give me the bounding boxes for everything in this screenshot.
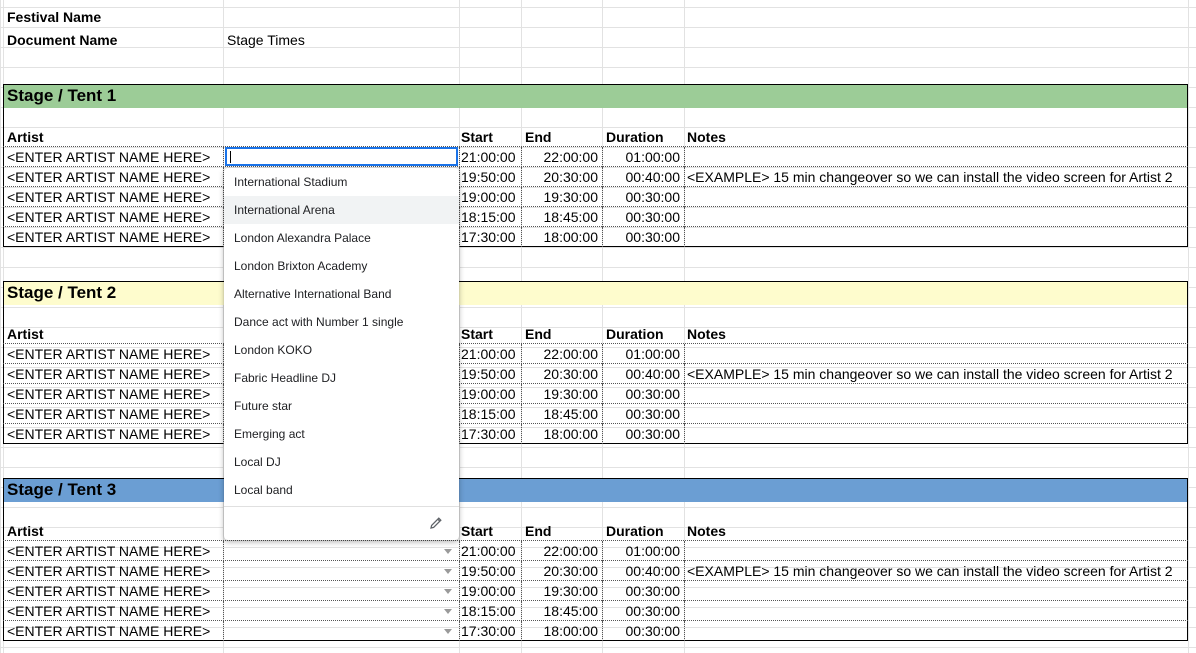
duration-cell[interactable]: 00:30:00 <box>602 621 684 641</box>
dropdown-option[interactable]: Dance act with Number 1 single <box>224 308 459 336</box>
row-divider <box>3 364 1188 384</box>
festival-name-label[interactable]: Festival Name <box>7 7 101 27</box>
artist-level-dropdown[interactable]: International Stadium International Arena… <box>224 168 459 540</box>
end-time-cell[interactable]: 18:00:00 <box>521 227 602 247</box>
row-divider <box>3 581 1188 601</box>
dropdown-option[interactable]: International Arena <box>224 196 459 224</box>
duration-cell[interactable]: 00:30:00 <box>602 227 684 247</box>
end-time-cell[interactable]: 18:00:00 <box>521 424 602 444</box>
row-divider <box>3 324 1188 344</box>
grid-column-line <box>1188 0 1189 653</box>
row-divider <box>3 521 1188 541</box>
row-divider <box>3 384 1188 404</box>
dropdown-option[interactable]: London Brixton Academy <box>224 252 459 280</box>
artist-level-edit-cell[interactable] <box>225 147 458 166</box>
artist-level-cell[interactable] <box>224 621 459 641</box>
row-divider <box>3 167 1188 187</box>
row-divider <box>3 541 1188 561</box>
dropdown-option[interactable]: Emerging act <box>224 420 459 448</box>
dropdown-option[interactable]: London Alexandra Palace <box>224 224 459 252</box>
artist-name-cell[interactable]: <ENTER ARTIST NAME HERE> <box>7 621 210 641</box>
row-divider <box>3 404 1188 424</box>
dropdown-option[interactable]: Local band <box>224 476 459 504</box>
document-name-label[interactable]: Document Name <box>7 30 117 50</box>
dropdown-caret-icon[interactable] <box>444 629 452 634</box>
start-time-cell[interactable]: 17:30:00 <box>461 621 516 641</box>
cell-divider <box>459 424 460 444</box>
row-divider <box>3 561 1188 581</box>
dropdown-option[interactable]: Alternative International Band <box>224 280 459 308</box>
document-name-value[interactable]: Stage Times <box>227 30 305 50</box>
cell-divider <box>684 424 685 444</box>
row-divider <box>3 127 1188 147</box>
row-divider <box>3 344 1188 364</box>
artist-name-cell[interactable]: <ENTER ARTIST NAME HERE> <box>7 227 210 247</box>
start-time-cell[interactable]: 17:30:00 <box>461 227 516 247</box>
stage-band <box>3 281 1188 305</box>
dropdown-option[interactable]: International Stadium <box>224 168 459 196</box>
duration-cell[interactable]: 00:30:00 <box>602 424 684 444</box>
cell-divider <box>459 227 460 247</box>
artist-name-cell[interactable]: <ENTER ARTIST NAME HERE> <box>7 424 210 444</box>
cell-divider <box>684 621 685 641</box>
dropdown-option[interactable]: Future star <box>224 392 459 420</box>
stage-title[interactable]: Stage / Tent 1 <box>7 84 116 108</box>
row-divider <box>3 147 1188 167</box>
stage-band <box>3 84 1188 108</box>
stage-band <box>3 478 1188 502</box>
cell-divider <box>684 227 685 247</box>
dropdown-separator <box>224 506 459 507</box>
dropdown-option[interactable]: London KOKO <box>224 336 459 364</box>
dropdown-option[interactable]: Fabric Headline DJ <box>224 364 459 392</box>
start-time-cell[interactable]: 17:30:00 <box>461 424 516 444</box>
dropdown-option[interactable]: Local DJ <box>224 448 459 476</box>
stage-title[interactable]: Stage / Tent 2 <box>7 281 116 305</box>
text-cursor <box>230 151 231 163</box>
row-divider <box>3 207 1188 227</box>
stage-title[interactable]: Stage / Tent 3 <box>7 478 116 502</box>
pencil-icon-svg <box>430 517 442 529</box>
pencil-icon[interactable] <box>428 515 444 531</box>
row-divider <box>3 601 1188 621</box>
cell-divider <box>459 621 460 641</box>
end-time-cell[interactable]: 18:00:00 <box>521 621 602 641</box>
row-divider <box>3 187 1188 207</box>
